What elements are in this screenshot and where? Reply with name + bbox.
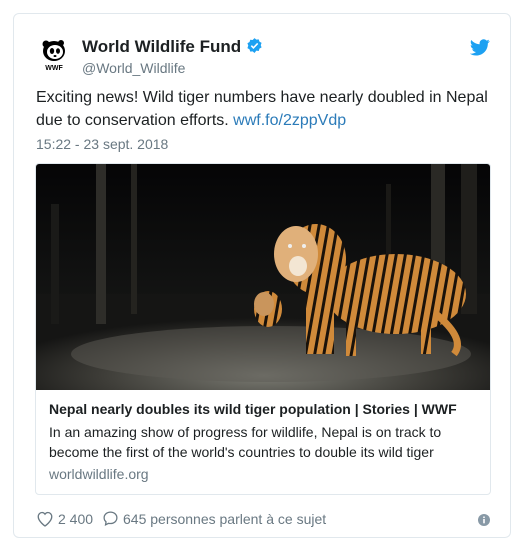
card-domain[interactable]: worldwildlife.org [49, 464, 481, 484]
card-description: In an amazing show of progress for wildl… [49, 424, 442, 460]
link-card[interactable]: Nepal nearly doubles its wild tiger popu… [35, 163, 491, 495]
verified-badge-icon [247, 38, 262, 53]
tweet-text: Exciting news! Wild tiger numbers have n… [36, 86, 496, 132]
twitter-bird-icon[interactable] [470, 39, 490, 56]
tiger-photo[interactable] [36, 164, 491, 390]
info-icon[interactable] [478, 514, 490, 526]
heart-icon [37, 511, 53, 527]
reply-text: 645 personnes parlent à ce sujet [123, 510, 327, 527]
like-button[interactable]: 2 400 [36, 510, 93, 527]
reply-button[interactable]: 645 personnes parlent à ce sujet [102, 510, 326, 527]
tweet-timestamp[interactable]: 15:22 - 23 sept. 2018 [36, 136, 168, 152]
card-title[interactable]: Nepal nearly doubles its wild tiger popu… [49, 399, 481, 419]
like-count: 2 400 [58, 510, 94, 527]
tweet-actions: 2 400 645 personnes parlent à ce sujet [36, 510, 490, 532]
tweet-embed: WWF World Wildlife Fund @World_Wildlife … [13, 13, 511, 538]
account-handle[interactable]: @World_Wildlife [82, 60, 185, 76]
card-body: Nepal nearly doubles its wild tiger popu… [49, 399, 481, 484]
account-name[interactable]: World Wildlife Fund [82, 37, 263, 57]
account-name-text[interactable]: World Wildlife Fund [82, 37, 241, 56]
wwf-logo-text: WWF [45, 65, 63, 72]
comment-icon [103, 511, 118, 527]
tweet-header: WWF World Wildlife Fund @World_Wildlife [36, 35, 490, 83]
tweet-link[interactable]: wwf.fo/2zppVdp [233, 112, 346, 129]
wwf-panda-logo-icon[interactable]: WWF [36, 37, 72, 73]
